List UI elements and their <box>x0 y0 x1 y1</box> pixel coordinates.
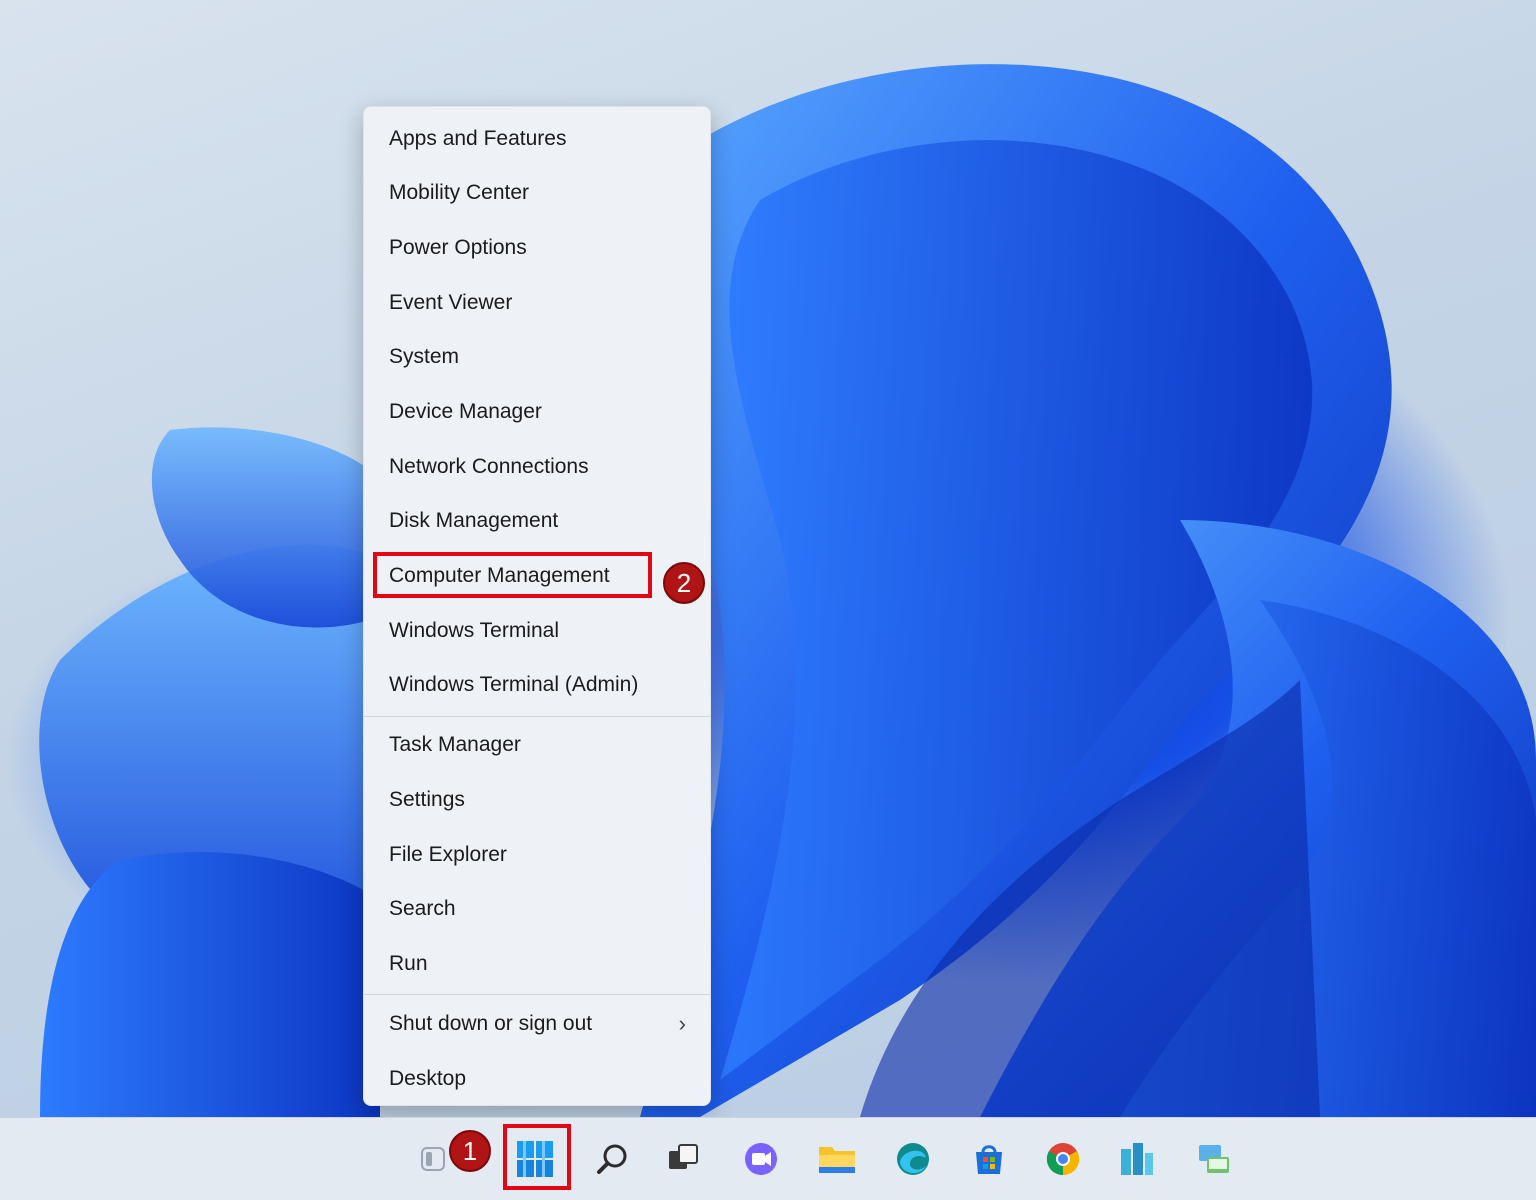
menu-item-desktop[interactable]: Desktop <box>364 1055 710 1103</box>
menu-separator <box>364 994 710 995</box>
chat-icon[interactable] <box>738 1136 784 1182</box>
menu-item-label: Power Options <box>389 236 527 259</box>
menu-item-disk-management[interactable]: Disk Management <box>364 497 710 545</box>
microsoft-store-icon[interactable] <box>966 1136 1012 1182</box>
menu-item-label: System <box>389 345 460 368</box>
chevron-right-icon: › <box>678 1011 686 1036</box>
step-2-badge: 2 <box>663 562 705 604</box>
menu-item-label: File Explorer <box>389 843 507 866</box>
menu-item-power-options[interactable]: Power Options <box>364 224 710 272</box>
widgets-icon[interactable] <box>410 1136 456 1182</box>
bloom-wallpaper <box>39 64 1536 1117</box>
menu-item-label: Task Manager <box>389 733 521 756</box>
computer-management-highlight-box <box>373 552 652 598</box>
menu-item-windows-terminal[interactable]: Windows Terminal <box>364 607 710 655</box>
menu-item-label: Network Connections <box>389 455 589 478</box>
chrome-icon[interactable] <box>1040 1136 1086 1182</box>
menu-item-label: Event Viewer <box>389 291 513 314</box>
menu-item-windows-terminal-admin[interactable]: Windows Terminal (Admin) <box>364 661 710 709</box>
network-app-icon[interactable] <box>1190 1136 1236 1182</box>
file-explorer-icon[interactable] <box>814 1136 860 1182</box>
menu-item-shut-down-or-sign-out[interactable]: Shut down or sign out › <box>364 1000 710 1048</box>
menu-item-file-explorer[interactable]: File Explorer <box>364 831 710 879</box>
menu-item-label: Disk Management <box>389 509 559 532</box>
menu-item-label: Settings <box>389 788 465 811</box>
menu-item-search[interactable]: Search <box>364 885 710 933</box>
menu-item-run[interactable]: Run <box>364 940 710 988</box>
menu-item-label: Device Manager <box>389 400 542 423</box>
step-1-badge: 1 <box>449 1130 491 1172</box>
menu-item-event-viewer[interactable]: Event Viewer <box>364 279 710 327</box>
menu-item-settings[interactable]: Settings <box>364 776 710 824</box>
edge-icon[interactable] <box>890 1136 936 1182</box>
menu-separator <box>364 716 710 717</box>
menu-item-label: Run <box>389 952 428 975</box>
menu-item-system[interactable]: System <box>364 333 710 381</box>
search-icon[interactable] <box>590 1136 636 1182</box>
menu-item-label: Apps and Features <box>389 127 567 150</box>
menu-item-label: Mobility Center <box>389 181 530 204</box>
menu-item-label: Desktop <box>389 1067 467 1090</box>
menu-item-label: Search <box>389 897 456 920</box>
start-button-highlight-box <box>503 1124 571 1190</box>
menu-item-label: Windows Terminal <box>389 619 559 642</box>
menu-item-mobility-center[interactable]: Mobility Center <box>364 169 710 217</box>
menu-item-label: Windows Terminal (Admin) <box>389 673 639 696</box>
app-icon[interactable] <box>1114 1136 1160 1182</box>
menu-item-network-connections[interactable]: Network Connections <box>364 443 710 491</box>
desktop-wallpaper <box>0 0 1536 1117</box>
task-view-icon[interactable] <box>660 1136 706 1182</box>
winx-context-menu: Apps and Features Mobility Center Power … <box>363 106 711 1106</box>
menu-item-apps-and-features[interactable]: Apps and Features <box>364 115 710 163</box>
taskbar <box>0 1117 1536 1200</box>
menu-item-label: Shut down or sign out <box>389 1012 593 1035</box>
menu-item-device-manager[interactable]: Device Manager <box>364 388 710 436</box>
menu-item-task-manager[interactable]: Task Manager <box>364 721 710 769</box>
